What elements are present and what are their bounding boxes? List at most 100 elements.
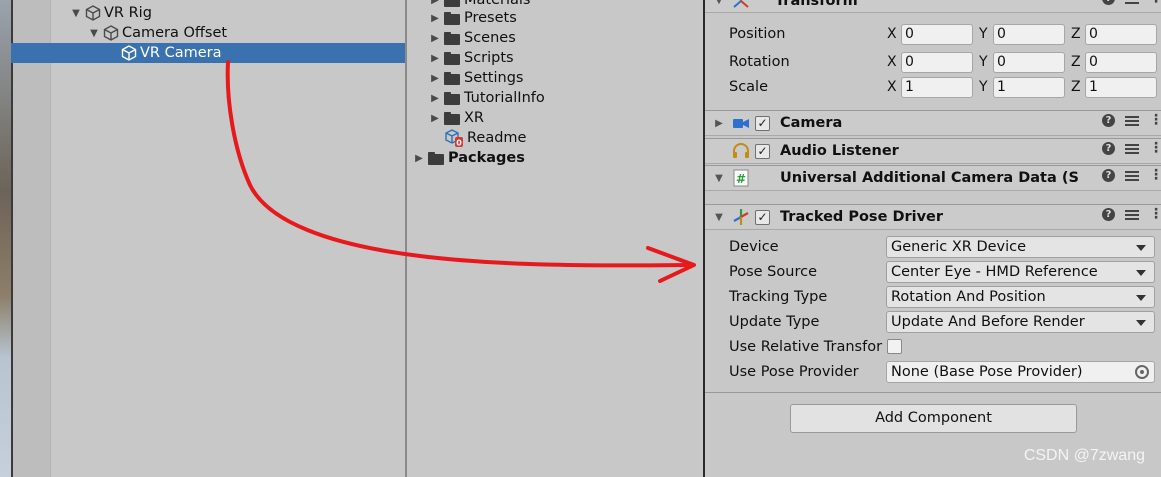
expand-arrow-icon[interactable]: ▶ (428, 93, 442, 104)
more-menu-icon[interactable]: ⋮ (1149, 141, 1161, 155)
component-enabled-checkbox[interactable]: ✓ (755, 209, 770, 225)
rotation-x-field[interactable]: 0 (901, 52, 973, 73)
expand-arrow-icon[interactable]: ▶ (428, 33, 442, 44)
component-header-universal-camera-data[interactable]: ▼ # Universal Additional Camera Data (Sc… (705, 165, 1161, 191)
position-label: Position (729, 26, 786, 42)
component-header-camera[interactable]: ▶ ✓ Camera ? ⋮ (705, 110, 1161, 136)
update-type-dropdown[interactable]: Update And Before Render (886, 311, 1155, 333)
pose-provider-object-field[interactable]: None (Base Pose Provider) (886, 361, 1155, 383)
fold-arrow-icon[interactable]: ▶ (713, 118, 725, 129)
folder-label: Materials (464, 0, 531, 8)
hierarchy-item-vr-rig[interactable]: ▼ VR Rig (70, 3, 152, 23)
component-header-tracked-pose-driver[interactable]: ▼ ✓ Tracked Pose Driver ? ⋮ (705, 204, 1161, 230)
scale-x-field[interactable]: 1 (901, 77, 973, 98)
gameobject-cube-icon (121, 45, 137, 61)
project-folder-tutorialinfo[interactable]: ▶ TutorialInfo (428, 88, 545, 108)
update-type-value: Update And Before Render (891, 314, 1085, 330)
folder-icon (444, 91, 460, 105)
add-component-button[interactable]: Add Component (790, 404, 1077, 433)
headphones-icon (731, 142, 751, 160)
use-relative-transform-label: Use Relative Transfor (729, 339, 883, 355)
position-x-axis[interactable]: X (887, 26, 897, 42)
device-label: Device (729, 239, 779, 255)
position-z-axis[interactable]: Z (1071, 26, 1081, 42)
folder-icon (444, 31, 460, 45)
component-header-transform[interactable]: ▼ Transform ? ⋮ (705, 0, 1161, 13)
position-x-field[interactable]: 0 (901, 24, 973, 45)
rotation-y-field[interactable]: 0 (993, 52, 1065, 73)
fold-arrow-icon[interactable]: ▼ (713, 0, 725, 6)
component-enabled-checkbox[interactable]: ✓ (755, 143, 770, 159)
position-y-field[interactable]: 0 (993, 24, 1065, 45)
object-picker-icon[interactable] (1135, 365, 1149, 379)
project-folder-scenes[interactable]: ▶ Scenes (428, 28, 516, 48)
scale-y-field[interactable]: 1 (993, 77, 1065, 98)
dropdown-caret-icon (1136, 270, 1146, 276)
project-asset-readme[interactable]: 0 Readme (444, 128, 526, 148)
rotation-z-axis[interactable]: Z (1071, 54, 1081, 70)
expand-arrow-icon[interactable]: ▶ (428, 0, 442, 6)
hierarchy-item-camera-offset[interactable]: ▼ Camera Offset (88, 23, 227, 43)
component-enabled-checkbox[interactable]: ✓ (755, 115, 770, 131)
help-icon[interactable]: ? (1102, 0, 1115, 5)
scale-y-axis[interactable]: Y (979, 79, 988, 95)
component-title: Universal Additional Camera Data (Scrip (780, 170, 1078, 186)
scale-z-field[interactable]: 1 (1085, 77, 1157, 98)
component-header-audio-listener[interactable]: ✓ Audio Listener ? ⋮ (705, 138, 1161, 164)
expand-arrow-icon[interactable]: ▶ (412, 153, 426, 164)
fold-arrow-icon[interactable]: ▼ (713, 212, 725, 223)
more-menu-icon[interactable]: ⋮ (1149, 0, 1161, 5)
tracking-type-dropdown[interactable]: Rotation And Position (886, 286, 1155, 308)
fold-arrow-icon[interactable]: ▼ (713, 173, 725, 184)
folder-label: Scripts (464, 50, 514, 66)
position-z-field[interactable]: 0 (1085, 24, 1157, 45)
use-relative-transform-checkbox[interactable] (887, 339, 902, 354)
folder-label: Settings (464, 70, 524, 86)
position-y-axis[interactable]: Y (979, 26, 988, 42)
scale-x-axis[interactable]: X (887, 79, 897, 95)
presets-icon[interactable] (1125, 114, 1139, 127)
more-menu-icon[interactable]: ⋮ (1149, 113, 1161, 127)
presets-icon[interactable] (1125, 142, 1139, 155)
tracked-pose-icon (731, 208, 751, 226)
use-pose-provider-label: Use Pose Provider (729, 364, 859, 380)
help-icon[interactable]: ? (1102, 142, 1115, 155)
rotation-z-field[interactable]: 0 (1085, 52, 1157, 73)
folder-label: Packages (448, 150, 525, 166)
presets-icon[interactable] (1125, 169, 1139, 182)
help-icon[interactable]: ? (1102, 114, 1115, 127)
project-folder-scripts[interactable]: ▶ Scripts (428, 48, 514, 68)
expand-arrow-icon[interactable]: ▶ (428, 13, 442, 24)
device-dropdown[interactable]: Generic XR Device (886, 236, 1155, 258)
dropdown-caret-icon (1136, 245, 1146, 251)
svg-text:0: 0 (456, 139, 462, 148)
project-folder-settings[interactable]: ▶ Settings (428, 68, 523, 88)
scale-z-axis[interactable]: Z (1071, 79, 1081, 95)
expand-arrow-icon[interactable]: ▼ (70, 8, 82, 19)
hierarchy-item-vr-camera[interactable]: VR Camera (120, 43, 222, 63)
pose-source-label: Pose Source (729, 264, 817, 280)
project-folder-presets[interactable]: ▶ Presets (428, 8, 517, 28)
presets-icon[interactable] (1125, 0, 1139, 5)
folder-icon (444, 0, 460, 7)
project-folder-xr[interactable]: ▶ XR (428, 108, 484, 128)
help-icon[interactable]: ? (1102, 169, 1115, 182)
rotation-y-axis[interactable]: Y (979, 54, 988, 70)
transform-icon (731, 0, 751, 10)
rotation-x-axis[interactable]: X (887, 54, 897, 70)
folder-icon (444, 111, 460, 125)
asset-label: Readme (467, 130, 527, 146)
hierarchy-gutter (13, 0, 51, 477)
pose-source-value: Center Eye - HMD Reference (891, 264, 1098, 280)
expand-arrow-icon[interactable]: ▶ (428, 53, 442, 64)
presets-icon[interactable] (1125, 208, 1139, 221)
expand-arrow-icon[interactable]: ▼ (88, 28, 100, 39)
hierarchy-item-label: VR Camera (140, 45, 222, 61)
expand-arrow-icon[interactable]: ▶ (428, 113, 442, 124)
help-icon[interactable]: ? (1102, 208, 1115, 221)
project-folder-packages[interactable]: ▶ Packages (412, 148, 525, 168)
more-menu-icon[interactable]: ⋮ (1149, 207, 1161, 221)
expand-arrow-icon[interactable]: ▶ (428, 73, 442, 84)
pose-source-dropdown[interactable]: Center Eye - HMD Reference (886, 261, 1155, 283)
more-menu-icon[interactable]: ⋮ (1149, 168, 1161, 182)
